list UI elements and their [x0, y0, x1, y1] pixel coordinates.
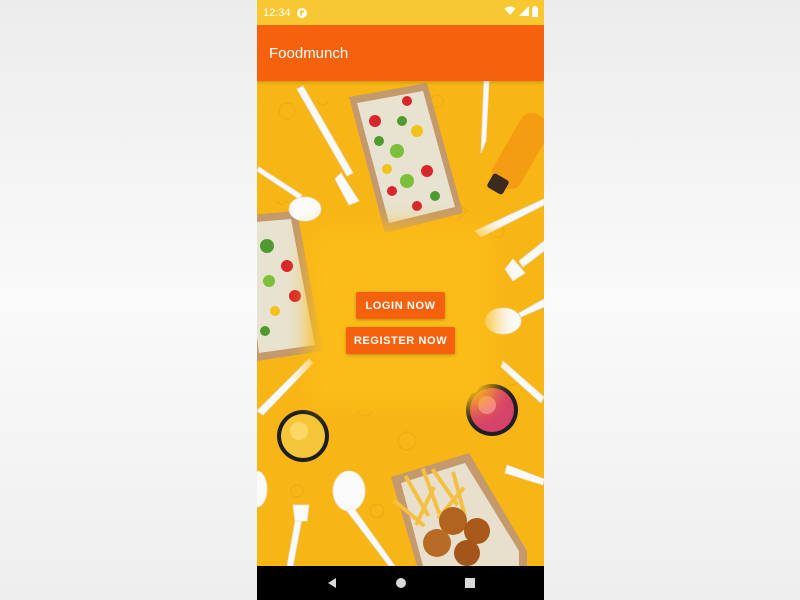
- recents-square-icon[interactable]: [458, 571, 482, 595]
- status-bar: 12:34: [257, 0, 544, 25]
- salad-box-top: [349, 83, 463, 233]
- back-triangle-icon[interactable]: [320, 571, 344, 595]
- status-time: 12:34: [263, 6, 291, 19]
- login-button[interactable]: LOGIN NOW: [356, 292, 445, 319]
- battery-icon: [532, 5, 538, 20]
- wifi-icon: [504, 6, 516, 19]
- juice-bottle: [487, 112, 544, 195]
- home-circle-icon[interactable]: [389, 571, 413, 595]
- status-indicators: [504, 5, 538, 20]
- main-content: LOGIN NOW REGISTER NOW: [257, 81, 544, 566]
- phone-frame: 12:34 Foodmunch LOGIN NOW REGISTER NOW: [257, 0, 544, 600]
- screen-backdrop: 12:34 Foodmunch LOGIN NOW REGISTER NOW: [0, 0, 800, 600]
- app-title: Foodmunch: [269, 44, 349, 62]
- salad-box-left: [257, 211, 323, 361]
- cell-signal-icon: [519, 6, 529, 19]
- app-bar: Foodmunch: [257, 25, 544, 81]
- system-nav-bar: [257, 566, 544, 600]
- app-notification-icon: [296, 7, 307, 18]
- cheese-sauce: [277, 410, 329, 462]
- register-button[interactable]: REGISTER NOW: [346, 327, 455, 354]
